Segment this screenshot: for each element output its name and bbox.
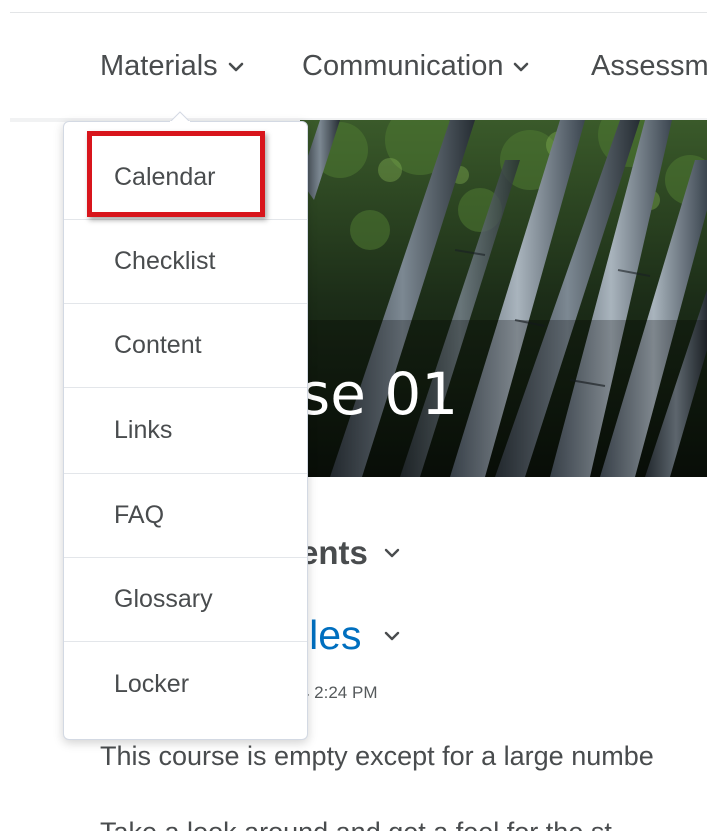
course-title: se 01 bbox=[300, 360, 459, 428]
menu-item-label: Links bbox=[114, 416, 173, 444]
chevron-down-icon bbox=[228, 62, 243, 71]
menu-item-checklist[interactable]: Checklist bbox=[64, 220, 307, 304]
menu-item-label: Checklist bbox=[114, 247, 216, 275]
nav-item-communication[interactable]: Communication bbox=[302, 50, 529, 83]
nav-item-assessments[interactable]: Assessm bbox=[591, 50, 707, 83]
nav-item-label: Materials bbox=[100, 50, 218, 82]
menu-item-label: Locker bbox=[114, 669, 190, 698]
menu-item-glossary[interactable]: Glossary bbox=[64, 558, 307, 642]
calendar-highlight-box bbox=[87, 131, 265, 217]
chevron-down-icon bbox=[384, 631, 399, 640]
nav-item-label: Communication bbox=[302, 50, 504, 82]
chevron-down-icon bbox=[384, 548, 400, 558]
top-divider bbox=[10, 12, 707, 13]
course-description-line-1: This course is empty except for a large … bbox=[100, 741, 654, 771]
menu-item-locker[interactable]: Locker bbox=[64, 642, 307, 726]
dropdown-caret bbox=[170, 111, 190, 126]
module-title-text: iles bbox=[300, 612, 362, 658]
menu-item-label: Content bbox=[114, 331, 202, 359]
menu-item-label: FAQ bbox=[114, 501, 165, 529]
nav-item-label: Assessm bbox=[591, 50, 707, 82]
chevron-down-icon bbox=[514, 62, 529, 71]
menu-item-faq[interactable]: FAQ bbox=[64, 474, 307, 558]
course-banner: se 01 bbox=[300, 120, 707, 477]
section-title[interactable]: ents bbox=[300, 534, 400, 572]
menu-item-label: Glossary bbox=[114, 585, 213, 613]
menu-item-links[interactable]: Links bbox=[64, 388, 307, 474]
section-title-text: ents bbox=[300, 534, 368, 571]
course-description-line-2: Take a look around and get a feel for th… bbox=[100, 817, 612, 831]
nav-item-materials[interactable]: Materials bbox=[100, 50, 244, 83]
menu-item-content[interactable]: Content bbox=[64, 304, 307, 388]
course-navbar: Materials Communication Assessm bbox=[0, 40, 707, 100]
page: Materials Communication Assessm se 01 en… bbox=[0, 0, 707, 831]
last-updated-timestamp: 4 2:24 PM bbox=[300, 683, 378, 702]
module-title[interactable]: iles bbox=[300, 612, 400, 659]
